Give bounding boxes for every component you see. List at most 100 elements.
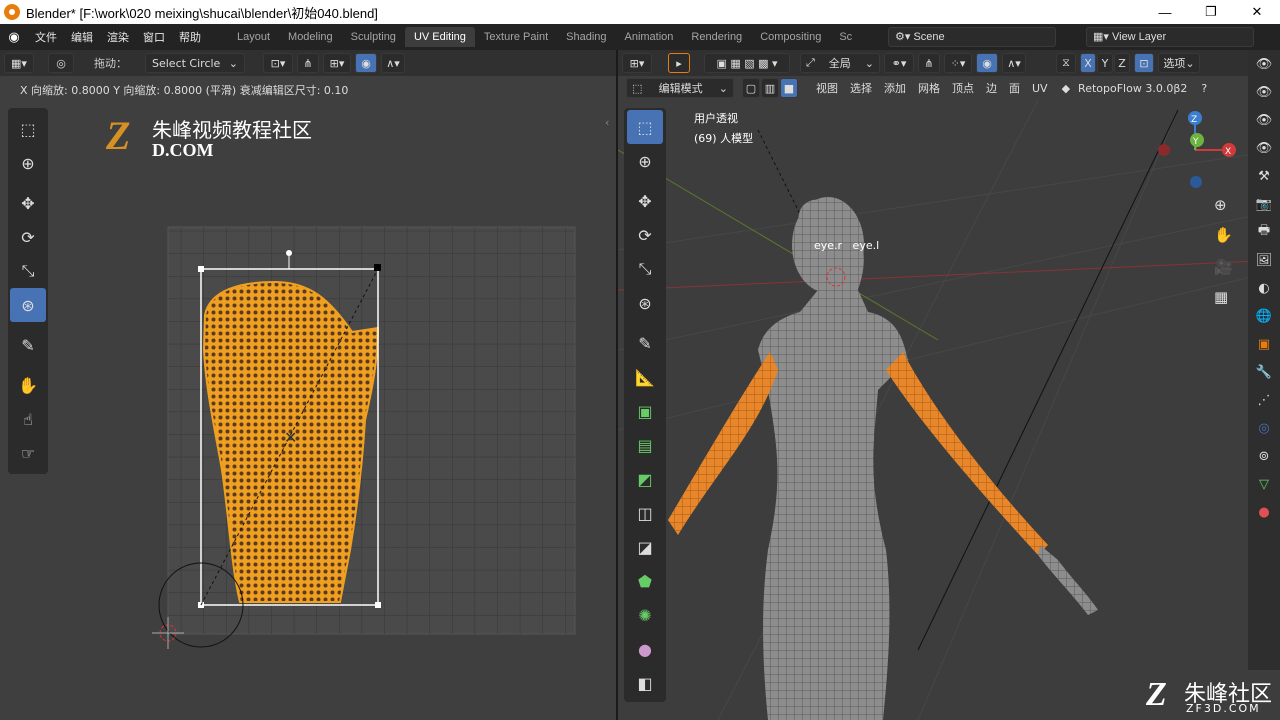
menu-select[interactable]: 选择 bbox=[844, 80, 878, 96]
menu-edge[interactable]: 边 bbox=[980, 80, 1003, 96]
menu-uv[interactable]: UV bbox=[1026, 82, 1054, 95]
rotate-tool-icon[interactable]: ⟳ bbox=[10, 220, 46, 254]
output-properties-icon[interactable]: 🖶 bbox=[1253, 221, 1275, 243]
uv-canvas[interactable]: ✕ bbox=[0, 50, 616, 720]
menu-face[interactable]: 面 bbox=[1003, 80, 1026, 96]
options-dropdown[interactable]: 选项 ⌄ bbox=[1158, 53, 1200, 73]
tab-modeling[interactable]: Modeling bbox=[279, 27, 342, 47]
help-icon[interactable]: ? bbox=[1201, 82, 1207, 95]
select-mode-dropdown[interactable]: Select Circle ⌄ bbox=[145, 53, 245, 73]
smooth-tool-icon[interactable]: ● bbox=[627, 632, 663, 666]
auto-merge-icon[interactable]: ⊡ bbox=[1134, 53, 1154, 73]
select-tool-icon[interactable]: ⬚ bbox=[10, 112, 46, 146]
visibility-icon[interactable]: 👁 bbox=[1253, 137, 1275, 159]
material-properties-icon[interactable]: ● bbox=[1253, 501, 1275, 523]
menu-file[interactable]: 文件 bbox=[28, 29, 64, 45]
tab-scripting[interactable]: Sc bbox=[830, 27, 861, 47]
select-mode-new-icon[interactable]: ▣ ▦ ▧ ▩ ▾ bbox=[704, 53, 790, 73]
retopoflow-menu[interactable]: RetopoFlow 3.0.0β2 bbox=[1078, 82, 1187, 95]
object-properties-icon[interactable]: ▣ bbox=[1253, 333, 1275, 355]
select-edge-icon[interactable]: ▥ bbox=[761, 78, 779, 98]
menu-render[interactable]: 渲染 bbox=[100, 29, 136, 45]
menu-edit[interactable]: 编辑 bbox=[64, 29, 100, 45]
visibility-icon[interactable]: 👁 bbox=[1253, 81, 1275, 103]
editor-type-button[interactable]: ⊞▾ bbox=[622, 53, 652, 73]
camera-view-icon[interactable]: 🎥 bbox=[1214, 258, 1233, 276]
tab-compositing[interactable]: Compositing bbox=[751, 27, 830, 47]
view-layer-selector[interactable]: ▦▾ View Layer bbox=[1086, 27, 1254, 47]
tab-rendering[interactable]: Rendering bbox=[682, 27, 751, 47]
inset-tool-icon[interactable]: ▤ bbox=[627, 428, 663, 462]
editor-type-button[interactable]: ▦▾ bbox=[4, 53, 34, 73]
mode-dropdown[interactable]: ⬚ 编辑模式 ⌄ bbox=[626, 78, 734, 98]
pan-hand-icon[interactable]: ✋ bbox=[1214, 226, 1233, 244]
mirror-z-button[interactable]: Z bbox=[1114, 53, 1130, 73]
spin-tool-icon[interactable]: ✺ bbox=[627, 598, 663, 632]
scale-tool-icon[interactable]: ⤡ bbox=[10, 254, 46, 288]
edge-slide-tool-icon[interactable]: ◧ bbox=[627, 666, 663, 700]
tab-shading[interactable]: Shading bbox=[557, 27, 615, 47]
extrude-tool-icon[interactable]: ▣ bbox=[627, 394, 663, 428]
3d-viewport-panel[interactable]: ⊞▾ ▸ ▣ ▦ ▧ ▩ ▾ ⤢ 全局 ⌄ ⚭▾ ⋔ ⁘▾ ◉ ∧▾ ⧖ X Y Z… bbox=[618, 50, 1280, 720]
mirror-x-button[interactable]: X bbox=[1080, 53, 1096, 73]
move-tool-icon[interactable]: ✥ bbox=[627, 184, 663, 218]
menu-help[interactable]: 帮助 bbox=[172, 29, 208, 45]
mirror-y-button[interactable]: Y bbox=[1097, 53, 1113, 73]
navigation-gizmo[interactable]: Z X Y bbox=[1153, 110, 1243, 200]
move-tool-icon[interactable]: ✥ bbox=[10, 186, 46, 220]
tab-sculpting[interactable]: Sculpting bbox=[342, 27, 405, 47]
visibility-icon[interactable]: 👁 bbox=[1253, 53, 1275, 75]
data-properties-icon[interactable]: ▽ bbox=[1253, 473, 1275, 495]
snap-target-icon[interactable]: ⊞▾ bbox=[323, 53, 351, 73]
transform-tool-icon[interactable]: ⊛ bbox=[10, 288, 46, 322]
tool-properties-icon[interactable]: ⚒ bbox=[1253, 165, 1275, 187]
world-properties-icon[interactable]: 🌐 bbox=[1253, 305, 1275, 327]
maximize-button[interactable]: ❐ bbox=[1188, 0, 1234, 24]
snap-icon[interactable]: ⋔ bbox=[297, 53, 319, 73]
menu-add[interactable]: 添加 bbox=[878, 80, 912, 96]
particles-properties-icon[interactable]: ⋰ bbox=[1253, 389, 1275, 411]
knife-tool-icon[interactable]: ◪ bbox=[627, 530, 663, 564]
mirror-icon[interactable]: ⧖ bbox=[1056, 53, 1076, 73]
menu-vertex[interactable]: 顶点 bbox=[946, 80, 980, 96]
select-face-icon[interactable]: ■ bbox=[780, 78, 798, 98]
visibility-icon[interactable]: 👁 bbox=[1253, 109, 1275, 131]
pivot-icon[interactable]: ⊡▾ bbox=[263, 53, 293, 73]
transform-orientation-dropdown[interactable]: ⤢ 全局 ⌄ bbox=[800, 53, 880, 73]
select-box-icon[interactable]: ▸ bbox=[668, 53, 690, 73]
view-layer-properties-icon[interactable]: 🖼 bbox=[1253, 249, 1275, 271]
pinch-tool-icon[interactable]: ☞ bbox=[10, 436, 46, 470]
loop-cut-tool-icon[interactable]: ◫ bbox=[627, 496, 663, 530]
close-button[interactable]: ✕ bbox=[1234, 0, 1280, 24]
modifier-properties-icon[interactable]: 🔧 bbox=[1253, 361, 1275, 383]
rotate-tool-icon[interactable]: ⟳ bbox=[627, 218, 663, 252]
tab-uv-editing[interactable]: UV Editing bbox=[404, 27, 475, 47]
relax-tool-icon[interactable]: ☝ bbox=[10, 402, 46, 436]
perspective-toggle-icon[interactable]: ▦ bbox=[1214, 288, 1228, 306]
cursor-tool-icon[interactable]: ⊕ bbox=[10, 146, 46, 180]
tab-texture-paint[interactable]: Texture Paint bbox=[475, 27, 557, 47]
tab-animation[interactable]: Animation bbox=[616, 27, 683, 47]
sync-selection-icon[interactable]: ◎ bbox=[48, 53, 74, 73]
menu-view[interactable]: 视图 bbox=[810, 80, 844, 96]
annotate-tool-icon[interactable]: ✎ bbox=[627, 326, 663, 360]
falloff-icon[interactable]: ∧▾ bbox=[1002, 53, 1026, 73]
minimize-button[interactable]: — bbox=[1142, 0, 1188, 24]
constraints-properties-icon[interactable]: ⊚ bbox=[1253, 445, 1275, 467]
snap-target-icon[interactable]: ⁘▾ bbox=[944, 53, 972, 73]
physics-properties-icon[interactable]: ◎ bbox=[1253, 417, 1275, 439]
grab-tool-icon[interactable]: ✋ bbox=[10, 368, 46, 402]
menu-window[interactable]: 窗口 bbox=[136, 29, 172, 45]
select-vertex-icon[interactable]: ▢ bbox=[742, 78, 760, 98]
blender-menu-icon[interactable]: ◉ bbox=[0, 30, 28, 45]
menu-mesh[interactable]: 网格 bbox=[912, 80, 946, 96]
proportional-edit-icon[interactable]: ◉ bbox=[976, 53, 998, 73]
cursor-tool-icon[interactable]: ⊕ bbox=[627, 144, 663, 178]
snap-icon[interactable]: ⋔ bbox=[918, 53, 940, 73]
pivot-point-icon[interactable]: ⚭▾ bbox=[884, 53, 914, 73]
bevel-tool-icon[interactable]: ◩ bbox=[627, 462, 663, 496]
zoom-icon[interactable]: ⊕ bbox=[1214, 196, 1227, 214]
transform-tool-icon[interactable]: ⊛ bbox=[627, 286, 663, 320]
annotate-tool-icon[interactable]: ✎ bbox=[10, 328, 46, 362]
select-tool-icon[interactable]: ⬚ bbox=[627, 110, 663, 144]
